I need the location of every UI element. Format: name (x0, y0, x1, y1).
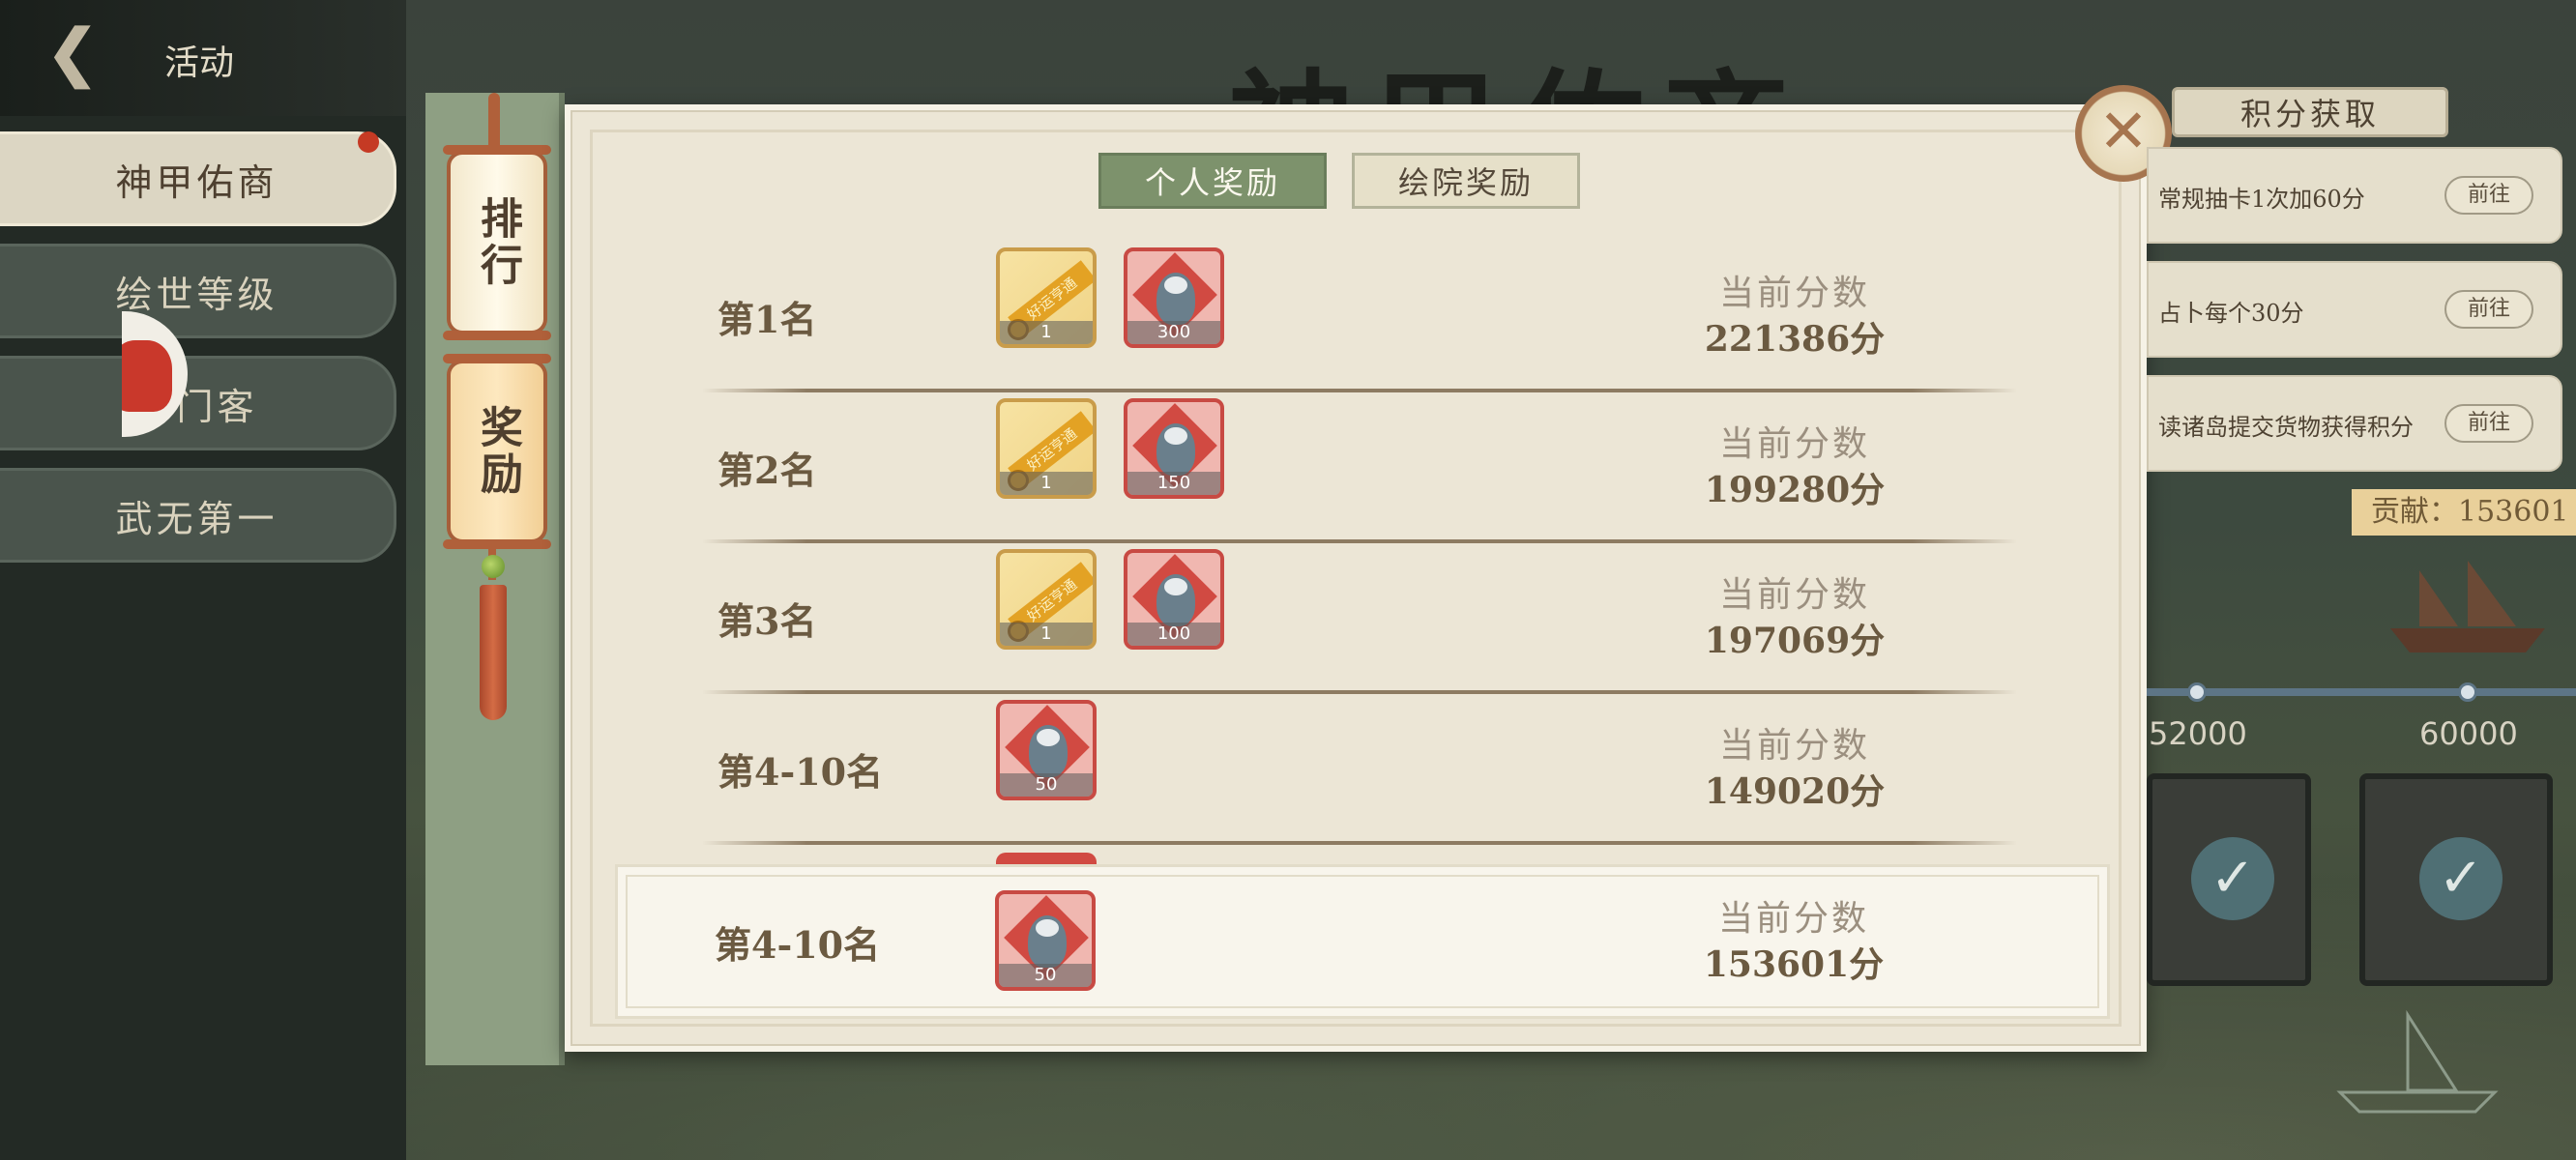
goto-button[interactable]: 前往 (2444, 290, 2533, 329)
sidebar-item-wuwu[interactable]: 武无第一 (0, 468, 396, 563)
tab-personal-label: 个人奖励 (1144, 164, 1280, 201)
sailboat-icon (2336, 1009, 2499, 1114)
portrait-card-icon[interactable]: 300 (1124, 247, 1224, 348)
table-row: 第3名 好运亨通 1 100 当前分数 197069分 (702, 549, 2017, 694)
tab-academy-rewards[interactable]: 绘院奖励 (1352, 153, 1580, 209)
contribution-badge: 贡献：153601 (2352, 489, 2576, 536)
figure-icon (1156, 273, 1195, 325)
score-label: 当前分数 (1718, 726, 1870, 766)
item-count: 1 (1000, 321, 1093, 344)
tab-rewards-label: 奖励 (473, 405, 522, 498)
score-label: 当前分数 (1717, 899, 1869, 939)
close-icon: ✕ (2098, 96, 2149, 166)
ribbon-item-icon[interactable]: 好运亨通 1 (996, 549, 1097, 650)
tab-ranking[interactable]: 排行 (443, 145, 551, 340)
quest-item: 占卜每个30分 前往 (2147, 261, 2562, 358)
score-value: 221386分 (1704, 319, 1886, 360)
score-label: 当前分数 (1718, 424, 1870, 464)
portrait-card-icon[interactable]: 100 (1124, 549, 1224, 650)
milestone-value: 60000 (2419, 715, 2518, 752)
check-icon: ✓ (2419, 837, 2503, 920)
item-count: 50 (1000, 773, 1093, 797)
figure-icon (1029, 725, 1068, 777)
rank-label: 第1名 (717, 298, 817, 341)
figure-icon (1156, 423, 1195, 476)
rank-label: 第2名 (717, 449, 817, 492)
portrait-card-icon[interactable]: 50 (995, 890, 1096, 991)
notification-dot (358, 131, 379, 153)
row-divider (702, 841, 2017, 845)
progress-node (2458, 682, 2477, 702)
jade-bead (482, 555, 505, 578)
score-value: 199280分 (1704, 470, 1886, 510)
item-count: 1 (1000, 472, 1093, 495)
figure-icon (1028, 915, 1067, 968)
rank-label: 第3名 (717, 599, 817, 643)
quest-item: 读诸岛提交货物获得积分 前往 (2147, 375, 2562, 472)
row-divider (702, 690, 2017, 694)
back-arrow-icon[interactable]: ❮ (46, 19, 114, 87)
milestone-reward[interactable]: ✓ (2359, 773, 2553, 986)
portrait-card-icon[interactable]: 150 (1124, 398, 1224, 499)
rope-decoration (488, 93, 500, 151)
tab-academy-label: 绘院奖励 (1397, 164, 1534, 201)
score-value: 197069分 (1704, 621, 1886, 661)
ribbon-item-icon[interactable]: 好运亨通 1 (996, 247, 1097, 348)
quest-item: 常规抽卡1次加60分 前往 (2147, 147, 2562, 244)
back-title: 活动 (164, 44, 235, 83)
milestone-value: 52000 (2149, 715, 2247, 752)
tab-personal-rewards[interactable]: 个人奖励 (1098, 153, 1327, 209)
table-row: 第1名 好运亨通 1 300 当前分数 221386分 (702, 247, 2017, 392)
goto-button[interactable]: 前往 (2444, 404, 2533, 443)
figure-icon (1156, 574, 1195, 626)
table-row: 第2名 好运亨通 1 150 当前分数 199280分 (702, 398, 2017, 543)
ribbon-item-icon[interactable]: 好运亨通 1 (996, 398, 1097, 499)
goto-button[interactable]: 前往 (2444, 176, 2533, 215)
table-row: 第4-10名 50 当前分数 149020分 (702, 700, 2017, 845)
item-count: 50 (999, 964, 1092, 987)
quest-text: 常规抽卡1次加60分 (2158, 186, 2365, 213)
check-icon: ✓ (2191, 837, 2274, 920)
item-count: 1 (1000, 623, 1093, 646)
milestone-reward[interactable]: ✓ (2147, 773, 2311, 986)
rank-label: 第4-10名 (717, 750, 884, 794)
sidebar-item-menke[interactable]: 募门客 (0, 356, 396, 450)
my-rank-label: 第4-10名 (715, 923, 881, 967)
tab-ranking-label: 排行 (473, 196, 522, 289)
points-header: 积分获取 (2172, 87, 2448, 137)
next-row-peek (996, 853, 1097, 864)
item-count: 100 (1127, 623, 1220, 646)
sidebar-item-shenjia[interactable]: 神甲佑商 (0, 131, 396, 226)
progress-track (2147, 688, 2576, 696)
score-label: 当前分数 (1718, 575, 1870, 615)
sidebar-item-label: 武无第一 (115, 497, 278, 540)
item-count: 300 (1127, 321, 1220, 344)
quest-text: 占卜每个30分 (2158, 300, 2304, 327)
item-count: 150 (1127, 472, 1220, 495)
sidebar-item-label: 绘世等级 (115, 273, 278, 316)
junk-ship-icon (2390, 561, 2545, 652)
back-bar[interactable]: ❮ 活动 (0, 0, 406, 116)
progress-node (2187, 682, 2207, 702)
my-rank-row: 第4-10名 50 当前分数 153601分 (615, 864, 2110, 1019)
row-divider (702, 539, 2017, 543)
sidebar-item-label: 神甲佑商 (115, 160, 278, 204)
activity-sidebar: ❮ 活动 神甲佑商 绘世等级 募门客 武无第一 (0, 0, 406, 1160)
my-score-value: 153601分 (1703, 944, 1885, 985)
sidebar-item-huishi[interactable]: 绘世等级 (0, 244, 396, 338)
score-label: 当前分数 (1718, 274, 1870, 313)
tassel (480, 585, 507, 720)
quest-text: 读诸岛提交货物获得积分 (2158, 414, 2414, 441)
portrait-card-icon[interactable]: 50 (996, 700, 1097, 800)
score-value: 149020分 (1704, 771, 1886, 812)
row-divider (702, 389, 2017, 392)
tab-rewards[interactable]: 奖励 (443, 354, 551, 549)
points-header-label: 积分获取 (2239, 96, 2380, 132)
